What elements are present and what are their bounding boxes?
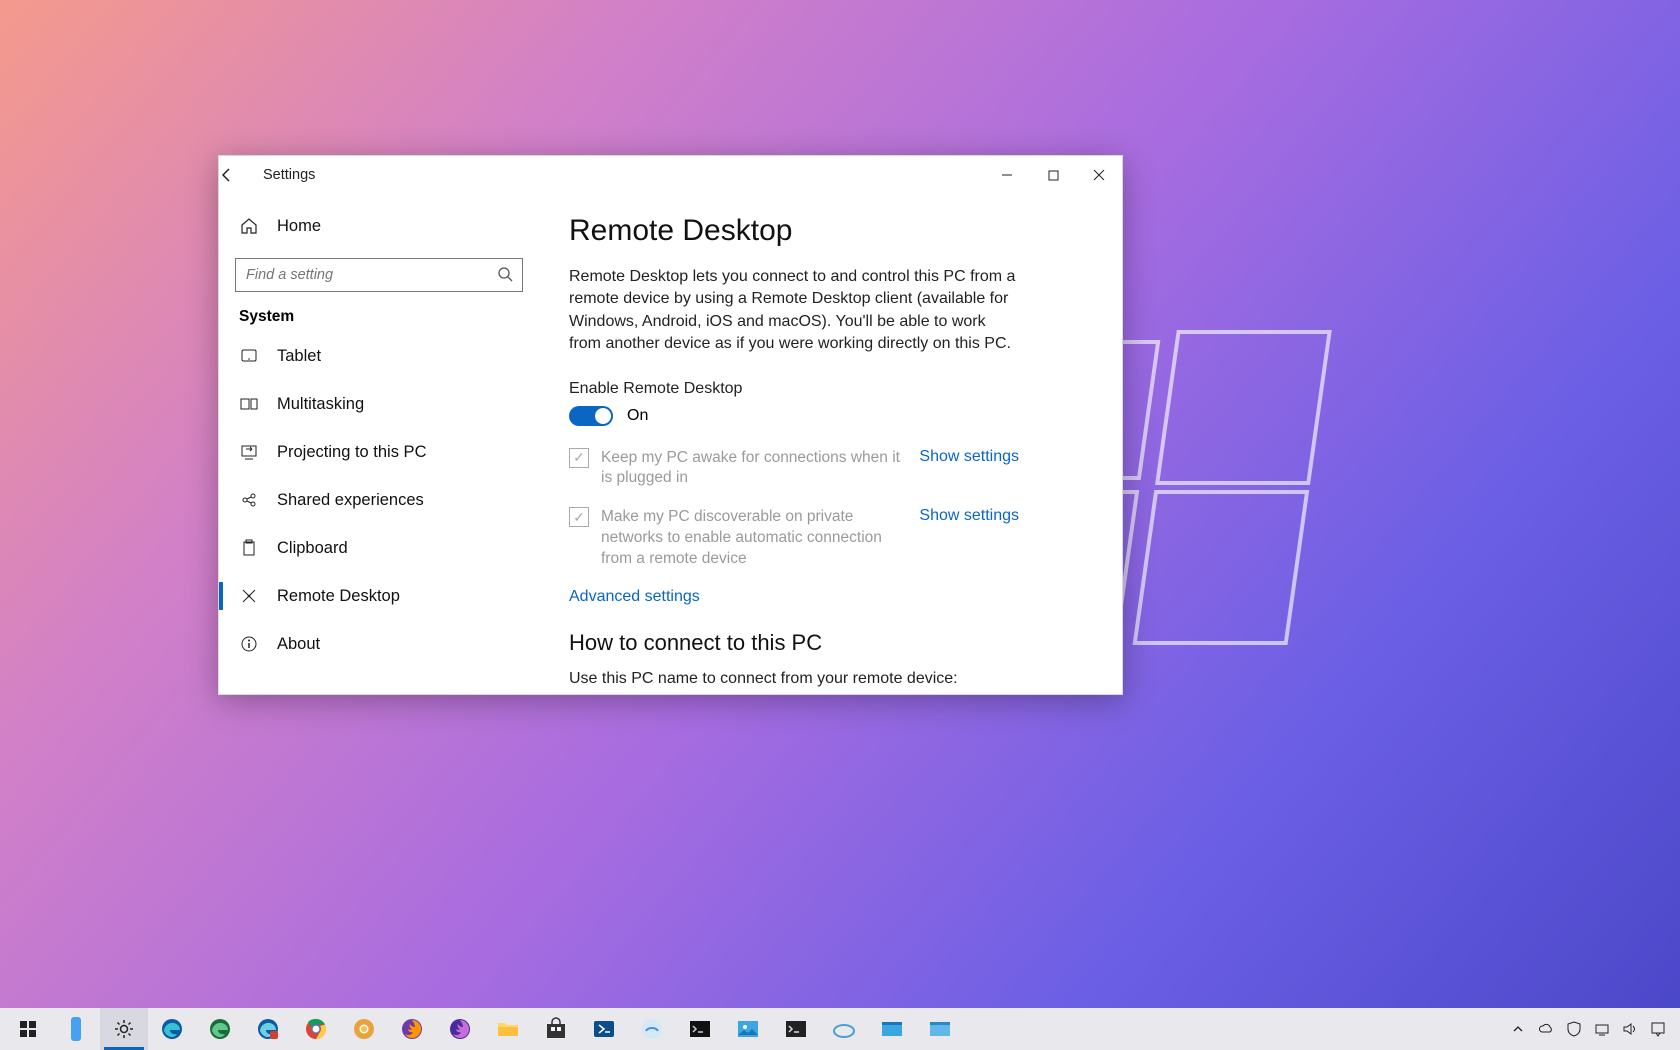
taskbar-chrome[interactable] bbox=[292, 1008, 340, 1050]
discoverable-checkbox[interactable]: ✓ bbox=[569, 507, 589, 527]
sidebar-item-projecting[interactable]: Projecting to this PC bbox=[219, 428, 539, 476]
page-heading: Remote Desktop bbox=[569, 214, 1092, 248]
advanced-settings-link[interactable]: Advanced settings bbox=[569, 588, 1092, 606]
discoverable-show-settings-link[interactable]: Show settings bbox=[919, 507, 1019, 525]
tray-volume-icon[interactable] bbox=[1618, 1008, 1642, 1050]
multitasking-icon bbox=[239, 394, 259, 414]
tray-onedrive-icon[interactable] bbox=[1534, 1008, 1558, 1050]
sidebar-category: System bbox=[219, 298, 539, 332]
tablet-icon bbox=[239, 346, 259, 366]
sidebar: Home System Tablet Multitasking Projecti… bbox=[219, 194, 539, 694]
back-button[interactable] bbox=[219, 167, 263, 183]
taskbar-chrome-canary[interactable] bbox=[340, 1008, 388, 1050]
toggle-state: On bbox=[627, 407, 648, 425]
window-title: Settings bbox=[263, 167, 315, 183]
taskbar-edge-canary[interactable] bbox=[244, 1008, 292, 1050]
taskbar-powershell[interactable] bbox=[580, 1008, 628, 1050]
taskbar-app-4[interactable] bbox=[916, 1008, 964, 1050]
tray-show-hidden-icons[interactable] bbox=[1506, 1008, 1530, 1050]
maximize-button[interactable] bbox=[1030, 156, 1076, 194]
keep-awake-show-settings-link[interactable]: Show settings bbox=[919, 448, 1019, 466]
taskbar-firefox-nightly[interactable] bbox=[436, 1008, 484, 1050]
sidebar-item-about[interactable]: About bbox=[219, 620, 539, 668]
keep-awake-checkbox[interactable]: ✓ bbox=[569, 448, 589, 468]
taskbar-terminal-2[interactable] bbox=[772, 1008, 820, 1050]
sidebar-item-label: Tablet bbox=[277, 347, 321, 366]
sidebar-item-clipboard[interactable]: Clipboard bbox=[219, 524, 539, 572]
connect-instruction: Use this PC name to connect from your re… bbox=[569, 670, 1092, 688]
tray-network-icon[interactable] bbox=[1590, 1008, 1614, 1050]
home-icon bbox=[239, 216, 259, 236]
enable-remote-desktop-toggle[interactable] bbox=[569, 406, 613, 426]
taskbar-file-explorer[interactable] bbox=[484, 1008, 532, 1050]
taskbar-cortana[interactable] bbox=[52, 1008, 100, 1050]
page-description: Remote Desktop lets you connect to and c… bbox=[569, 266, 1019, 356]
connect-heading: How to connect to this PC bbox=[569, 630, 1092, 656]
search-icon bbox=[497, 266, 513, 282]
taskbar-store[interactable] bbox=[532, 1008, 580, 1050]
taskbar-firefox[interactable] bbox=[388, 1008, 436, 1050]
start-button[interactable] bbox=[4, 1008, 52, 1050]
taskbar-settings[interactable] bbox=[100, 1008, 148, 1050]
taskbar-app-3[interactable] bbox=[868, 1008, 916, 1050]
taskbar bbox=[0, 1008, 1680, 1050]
sidebar-item-tablet[interactable]: Tablet bbox=[219, 332, 539, 380]
shared-experiences-icon bbox=[239, 490, 259, 510]
sidebar-item-label: About bbox=[277, 635, 320, 654]
sidebar-item-label: Shared experiences bbox=[277, 491, 424, 510]
sidebar-item-label: Multitasking bbox=[277, 395, 364, 414]
content-pane: Remote Desktop Remote Desktop lets you c… bbox=[539, 194, 1122, 694]
taskbar-app-2[interactable] bbox=[820, 1008, 868, 1050]
system-tray bbox=[1506, 1008, 1676, 1050]
remote-desktop-icon bbox=[239, 586, 259, 606]
projecting-icon bbox=[239, 442, 259, 462]
discoverable-label: Make my PC discoverable on private netwo… bbox=[601, 507, 907, 570]
taskbar-app-1[interactable] bbox=[628, 1008, 676, 1050]
tray-action-center-icon[interactable] bbox=[1646, 1008, 1670, 1050]
sidebar-item-remote-desktop[interactable]: Remote Desktop bbox=[219, 572, 539, 620]
taskbar-terminal-1[interactable] bbox=[676, 1008, 724, 1050]
about-icon bbox=[239, 634, 259, 654]
search-input[interactable] bbox=[235, 258, 523, 292]
close-button[interactable] bbox=[1076, 156, 1122, 194]
sidebar-item-label: Projecting to this PC bbox=[277, 443, 426, 462]
tray-security-icon[interactable] bbox=[1562, 1008, 1586, 1050]
sidebar-home-label: Home bbox=[277, 217, 321, 236]
taskbar-edge-dev[interactable] bbox=[196, 1008, 244, 1050]
sidebar-home[interactable]: Home bbox=[219, 204, 539, 248]
sidebar-item-multitasking[interactable]: Multitasking bbox=[219, 380, 539, 428]
settings-window: Settings Home System Tablet bbox=[218, 155, 1123, 695]
minimize-button[interactable] bbox=[984, 156, 1030, 194]
sidebar-item-label: Remote Desktop bbox=[277, 587, 400, 606]
taskbar-edge[interactable] bbox=[148, 1008, 196, 1050]
clipboard-icon bbox=[239, 538, 259, 558]
keep-awake-label: Keep my PC awake for connections when it… bbox=[601, 448, 907, 490]
taskbar-photos[interactable] bbox=[724, 1008, 772, 1050]
sidebar-item-label: Clipboard bbox=[277, 539, 348, 558]
sidebar-item-shared-experiences[interactable]: Shared experiences bbox=[219, 476, 539, 524]
titlebar: Settings bbox=[219, 156, 1122, 194]
enable-label: Enable Remote Desktop bbox=[569, 380, 1092, 398]
